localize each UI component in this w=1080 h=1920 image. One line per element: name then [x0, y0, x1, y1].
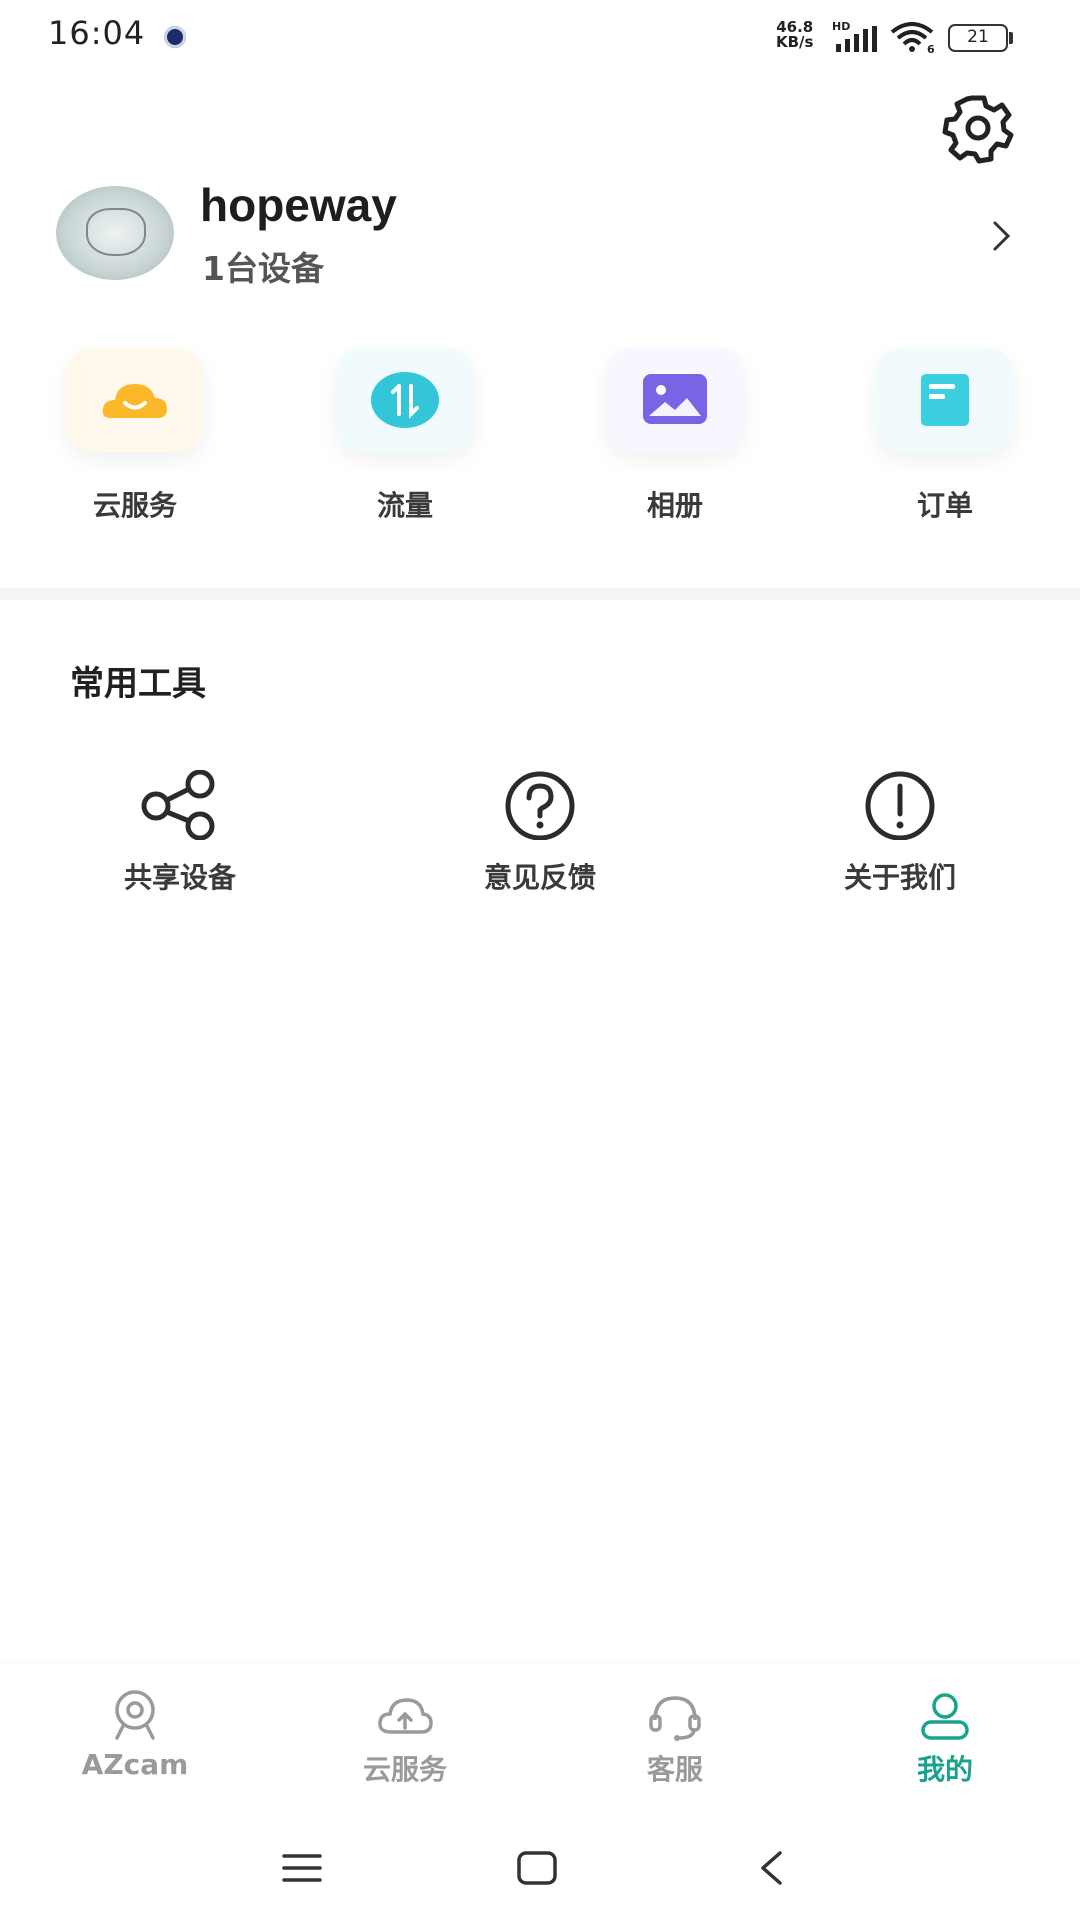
device-count: 1台设备: [202, 249, 324, 288]
signal-icon: [836, 26, 877, 52]
tool-label: 意见反馈: [483, 861, 596, 894]
tool-feedback[interactable]: 意见反馈: [390, 770, 690, 896]
home-icon[interactable]: [516, 1850, 558, 1886]
cloud-smile-icon: [102, 384, 167, 418]
battery-tip: [1009, 32, 1013, 44]
back-icon[interactable]: [756, 1850, 786, 1886]
tool-label: 关于我们: [843, 861, 956, 894]
section-divider: [0, 588, 1080, 600]
info-exclamation-icon: [865, 771, 935, 840]
question-icon: [505, 771, 575, 840]
nav-label: AZcam: [81, 1748, 189, 1781]
tool-share-device[interactable]: 共享设备: [30, 770, 330, 896]
network-speed-unit: KB/s: [776, 33, 814, 51]
headset-icon: [649, 1696, 701, 1741]
battery-icon: 21: [948, 24, 1008, 52]
camera-notification-icon: [164, 26, 186, 48]
nav-item-customer-service[interactable]: 客服: [565, 1690, 785, 1788]
shortcut-label: 流量: [376, 489, 433, 522]
nav-label: 云服务: [362, 1753, 447, 1786]
nav-item-azcam[interactable]: AZcam: [25, 1690, 245, 1781]
share-icon: [141, 770, 215, 840]
shortcut-data-traffic[interactable]: 流量: [295, 348, 515, 524]
shortcut-tile: [336, 348, 474, 452]
shortcut-album[interactable]: 相册: [565, 348, 785, 524]
order-icon: [921, 374, 969, 426]
shortcut-label: 云服务: [92, 489, 177, 522]
chevron-right-icon[interactable]: [990, 218, 1014, 254]
network-speed: 46.8 KB/s: [776, 20, 813, 50]
nav-label: 客服: [646, 1753, 703, 1786]
shortcut-label: 相册: [646, 489, 703, 522]
username[interactable]: hopeway: [200, 178, 397, 232]
nav-item-cloud-service[interactable]: 云服务: [295, 1690, 515, 1788]
wifi-generation: 6: [927, 43, 934, 54]
shortcut-label: 订单: [916, 489, 973, 522]
album-icon: [643, 374, 707, 424]
shortcut-cloud-service[interactable]: 云服务: [25, 348, 245, 524]
wifi-icon: 6: [890, 22, 934, 54]
section-title: 常用工具: [70, 664, 206, 704]
nav-label: 我的: [916, 1753, 973, 1786]
avatar[interactable]: [56, 186, 174, 280]
tool-label: 共享设备: [123, 861, 236, 894]
user-icon: [921, 1693, 969, 1740]
camera-icon: [115, 1690, 155, 1740]
shortcut-tile: [876, 348, 1014, 452]
tool-about-us[interactable]: 关于我们: [750, 770, 1050, 896]
status-time: 16:04: [48, 14, 146, 52]
nav-item-me[interactable]: 我的: [835, 1690, 1055, 1788]
menu-icon[interactable]: [282, 1852, 322, 1884]
shortcut-orders[interactable]: 订单: [835, 348, 1055, 524]
data-transfer-icon: [371, 372, 439, 428]
gear-icon[interactable]: [940, 90, 1016, 166]
shortcut-tile: [66, 348, 204, 452]
shortcut-tile: [606, 348, 744, 452]
battery-level: 21: [967, 27, 989, 47]
cloud-upload-icon: [378, 1698, 433, 1734]
